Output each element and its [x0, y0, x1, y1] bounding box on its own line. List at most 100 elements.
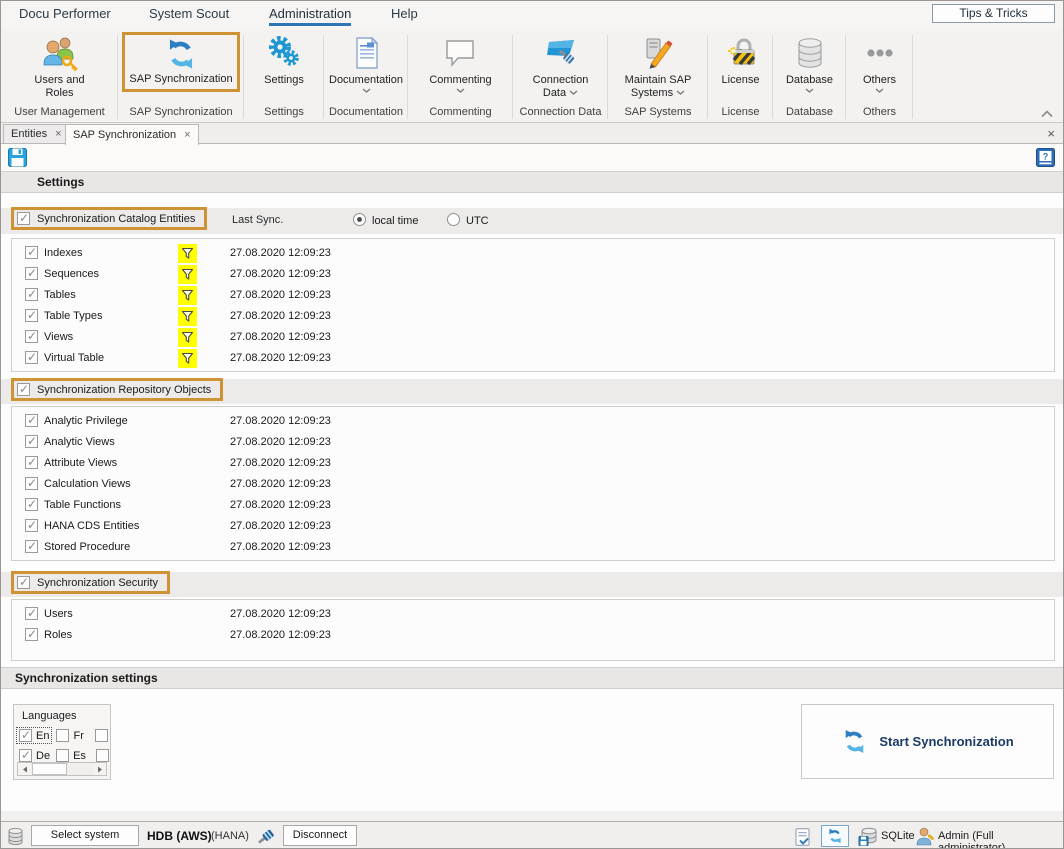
- ribbon-group-label: Settings: [264, 106, 304, 122]
- maintain-sap-systems-button[interactable]: Maintain SAP Systems: [615, 29, 701, 106]
- checkbox[interactable]: ✓: [19, 729, 32, 742]
- row-checkbox[interactable]: ✓: [25, 435, 38, 448]
- filter-icon[interactable]: [178, 286, 197, 305]
- system-drives-icon[interactable]: [7, 827, 24, 846]
- last-sync-timestamp: 27.08.2020 12:09:23: [230, 457, 331, 469]
- commenting-button[interactable]: Commenting: [429, 29, 491, 106]
- radio-icon[interactable]: [353, 213, 366, 226]
- row-checkbox[interactable]: ✓: [25, 267, 38, 280]
- tab-entities[interactable]: Entities ×: [3, 124, 70, 144]
- help-icon[interactable]: ?: [1036, 148, 1055, 167]
- ribbon-group-label: SAP Synchronization: [129, 106, 232, 122]
- checkbox[interactable]: ✓: [17, 576, 30, 589]
- chevron-down-icon: [875, 88, 884, 93]
- lang-fr-checkbox[interactable]: ✓ Fr: [54, 728, 85, 743]
- row-checkbox[interactable]: ✓: [25, 288, 38, 301]
- row-checkbox[interactable]: ✓: [25, 414, 38, 427]
- ribbon-group-label: Documentation: [329, 106, 403, 122]
- row-checkbox[interactable]: ✓: [25, 330, 38, 343]
- save-icon[interactable]: [8, 148, 27, 167]
- ribbon-button-label: License: [722, 74, 760, 87]
- lang-es-checkbox[interactable]: ✓ Es: [54, 748, 88, 763]
- ribbon-collapse-icon[interactable]: [1041, 110, 1053, 118]
- sync-catalog-entities-toggle[interactable]: ✓ Synchronization Catalog Entities: [11, 207, 207, 230]
- sync-repository-objects-toggle[interactable]: ✓ Synchronization Repository Objects: [11, 378, 223, 401]
- checkbox-clipped[interactable]: [95, 729, 108, 742]
- row-checkbox[interactable]: ✓: [25, 628, 38, 641]
- scroll-right-icon[interactable]: [93, 763, 106, 775]
- row-checkbox[interactable]: ✓: [25, 477, 38, 490]
- radio-icon[interactable]: [447, 213, 460, 226]
- others-button[interactable]: Others: [861, 29, 899, 106]
- radio-local-time[interactable]: local time: [353, 213, 418, 227]
- row-checkbox[interactable]: ✓: [25, 351, 38, 364]
- users-and-roles-button[interactable]: Users and Roles: [26, 29, 94, 106]
- row-checkbox[interactable]: ✓: [25, 309, 38, 322]
- ribbon-button-label: Users and Roles: [26, 74, 94, 100]
- menu-docu-performer[interactable]: Docu Performer: [19, 6, 111, 21]
- checkbox[interactable]: ✓: [56, 729, 69, 742]
- settings-button[interactable]: Settings: [264, 29, 304, 106]
- sync-security-toggle[interactable]: ✓ Synchronization Security: [11, 571, 170, 594]
- report-icon[interactable]: [790, 826, 814, 847]
- ribbon-group-commenting: Commenting Commenting: [408, 29, 513, 122]
- tips-and-tricks-button[interactable]: Tips & Tricks: [932, 4, 1055, 23]
- sqlite-db-icon: [858, 827, 878, 846]
- row-checkbox[interactable]: ✓: [25, 498, 38, 511]
- filter-icon[interactable]: [178, 328, 197, 347]
- catalog-row: ✓ Views 27.08.2020 12:09:23: [12, 328, 1054, 349]
- ribbon-group-sap-systems: Maintain SAP Systems SAP Systems: [608, 29, 708, 122]
- tab-sap-synchronization[interactable]: SAP Synchronization ×: [65, 124, 199, 145]
- checkbox[interactable]: ✓: [19, 749, 32, 762]
- ribbon-group-label: Connection Data: [520, 106, 602, 122]
- row-checkbox[interactable]: ✓: [25, 246, 38, 259]
- row-label: Table Functions: [44, 499, 121, 511]
- ribbon-group-documentation: Documentation Documentation: [324, 29, 408, 122]
- languages-scrollbar[interactable]: [17, 762, 107, 776]
- filter-icon[interactable]: [178, 265, 197, 284]
- checkbox[interactable]: ✓: [56, 749, 69, 762]
- ribbon-button-label: Connection Data: [527, 74, 595, 100]
- close-document-icon[interactable]: ×: [1047, 127, 1055, 140]
- sync-status-icon[interactable]: [821, 825, 849, 847]
- settings-section-header: Settings: [1, 171, 1063, 193]
- connected-system-type: (HANA): [211, 830, 249, 842]
- tab-close-icon[interactable]: ×: [55, 128, 61, 140]
- checkbox[interactable]: ✓: [17, 212, 30, 225]
- radio-utc[interactable]: UTC: [447, 213, 489, 227]
- checkbox[interactable]: ✓: [17, 383, 30, 396]
- menu-system-scout[interactable]: System Scout: [149, 6, 229, 21]
- lang-en-checkbox[interactable]: ✓ En: [16, 727, 52, 744]
- select-system-button[interactable]: Select system: [31, 825, 139, 846]
- filter-icon[interactable]: [178, 244, 197, 263]
- scroll-left-icon[interactable]: [18, 763, 31, 775]
- users-roles-icon: [41, 33, 79, 73]
- row-checkbox[interactable]: ✓: [25, 456, 38, 469]
- row-label: Tables: [44, 289, 76, 301]
- menu-help[interactable]: Help: [391, 6, 418, 21]
- license-button[interactable]: License: [722, 29, 760, 106]
- ribbon-group-user-management: Users and Roles User Management: [1, 29, 118, 122]
- svg-text:?: ?: [1043, 152, 1049, 162]
- row-checkbox[interactable]: ✓: [25, 519, 38, 532]
- scrollbar-thumb[interactable]: [32, 763, 67, 775]
- database-button[interactable]: Database: [786, 29, 833, 106]
- connection-data-button[interactable]: Connection Data: [527, 29, 595, 106]
- start-synchronization-button[interactable]: Start Synchronization: [801, 704, 1054, 779]
- filter-icon[interactable]: [178, 307, 197, 326]
- row-checkbox[interactable]: ✓: [25, 607, 38, 620]
- checkbox-clipped[interactable]: [96, 749, 109, 762]
- tab-close-icon[interactable]: ×: [184, 129, 190, 141]
- radio-label: local time: [372, 215, 418, 227]
- chevron-down-icon: [569, 90, 578, 95]
- filter-icon[interactable]: [178, 349, 197, 368]
- menu-administration[interactable]: Administration: [269, 6, 351, 26]
- row-label: Views: [44, 331, 73, 343]
- sap-synchronization-button[interactable]: SAP Synchronization: [122, 32, 239, 92]
- repository-row: ✓ Analytic Privilege 27.08.2020 12:09:23: [12, 412, 1054, 433]
- disconnect-button[interactable]: Disconnect: [283, 825, 357, 846]
- documentation-button[interactable]: Documentation: [329, 29, 403, 106]
- row-label: Stored Procedure: [44, 541, 130, 553]
- catalog-row: ✓ Tables 27.08.2020 12:09:23: [12, 286, 1054, 307]
- row-checkbox[interactable]: ✓: [25, 540, 38, 553]
